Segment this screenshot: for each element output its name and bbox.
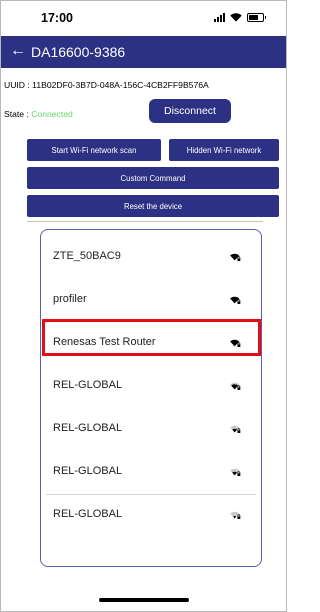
wifi-ssid-label: REL-GLOBAL bbox=[53, 379, 123, 391]
battery-icon bbox=[247, 13, 266, 22]
app-bar: ← DA16600-9386 bbox=[1, 36, 286, 68]
hidden-wifi-network-button[interactable]: Hidden Wi-Fi network bbox=[169, 139, 279, 161]
state-row: State : Connected bbox=[4, 109, 73, 119]
reset-device-button[interactable]: Reset the device bbox=[27, 195, 279, 217]
wifi-icon bbox=[230, 13, 242, 22]
wifi-network-row[interactable]: REL-GLOBAL bbox=[41, 454, 261, 495]
custom-command-button[interactable]: Custom Command bbox=[27, 167, 279, 189]
divider bbox=[27, 221, 263, 222]
wifi-signal-lock-icon bbox=[230, 382, 241, 390]
page-title: DA16600-9386 bbox=[31, 44, 126, 60]
disconnect-button[interactable]: Disconnect bbox=[149, 99, 231, 123]
wifi-ssid-label: REL-GLOBAL bbox=[53, 465, 123, 477]
wifi-signal-lock-icon bbox=[230, 296, 241, 304]
wifi-network-row[interactable]: REL-GLOBAL bbox=[41, 497, 261, 533]
back-arrow-icon[interactable]: ← bbox=[10, 41, 26, 61]
wifi-network-row[interactable]: ZTE_50BAC9 bbox=[41, 239, 261, 275]
wifi-ssid-label: REL-GLOBAL bbox=[53, 508, 123, 520]
cellular-signal-icon bbox=[214, 13, 225, 22]
wifi-signal-lock-icon bbox=[230, 468, 241, 476]
uuid-row: UUID : 11B02DF0-3B7D-048A-156C-4CB2FF9B5… bbox=[4, 80, 209, 90]
wifi-ssid-label: ZTE_50BAC9 bbox=[53, 250, 121, 262]
state-label: State : bbox=[4, 109, 32, 119]
wifi-signal-lock-icon bbox=[230, 425, 241, 433]
wifi-signal-lock-icon bbox=[230, 511, 241, 519]
wifi-network-row[interactable]: profiler bbox=[41, 282, 261, 318]
wifi-ssid-label: REL-GLOBAL bbox=[53, 422, 123, 434]
status-time: 17:00 bbox=[41, 11, 73, 25]
phone-screen: 17:00 ← DA16600-9386 UUID : 11B02DF0-3B7… bbox=[0, 0, 287, 612]
wifi-network-list: ZTE_50BAC9 profiler Renesas Test Router REL… bbox=[40, 229, 262, 567]
wifi-network-row[interactable]: REL-GLOBAL bbox=[41, 411, 261, 447]
uuid-label: UUID : bbox=[4, 80, 33, 90]
start-wifi-scan-button[interactable]: Start Wi-Fi network scan bbox=[27, 139, 161, 161]
wifi-network-row[interactable]: REL-GLOBAL bbox=[41, 368, 261, 404]
wifi-signal-lock-icon bbox=[230, 253, 241, 261]
selected-network-highlight bbox=[42, 319, 261, 356]
state-value: Connected bbox=[31, 109, 73, 119]
home-indicator[interactable] bbox=[99, 598, 189, 602]
wifi-ssid-label: profiler bbox=[53, 293, 87, 305]
status-icons bbox=[214, 13, 266, 22]
status-bar: 17:00 bbox=[1, 1, 286, 36]
uuid-value: 11B02DF0-3B7D-048A-156C-4CB2FF9B576A bbox=[32, 80, 209, 90]
